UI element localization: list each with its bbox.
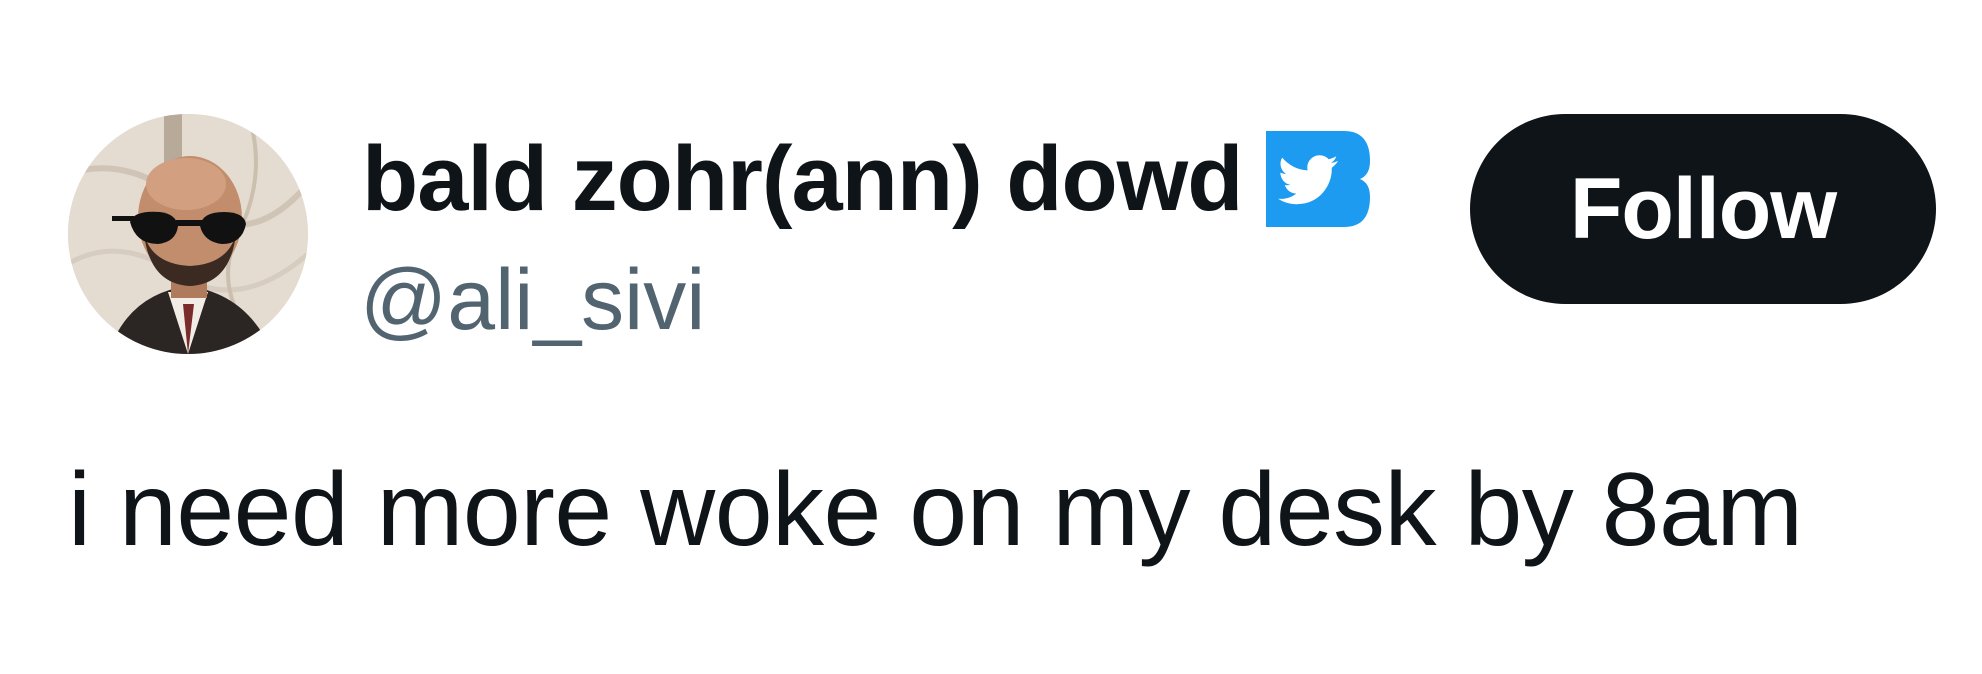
tweet-card: bald zohr(ann) dowd @ali_sivi Follow i n… [0, 0, 1982, 674]
avatar[interactable] [68, 114, 308, 354]
follow-button[interactable]: Follow [1470, 114, 1936, 304]
tweet-text: i need more woke on my desk by 8am [68, 452, 1803, 568]
display-name-row: bald zohr(ann) dowd [362, 124, 1371, 234]
twitter-bird-badge-icon [1266, 131, 1371, 227]
user-handle[interactable]: @ali_sivi [360, 248, 705, 352]
display-name[interactable]: bald zohr(ann) dowd [362, 124, 1243, 234]
profile-photo-icon [68, 114, 308, 354]
